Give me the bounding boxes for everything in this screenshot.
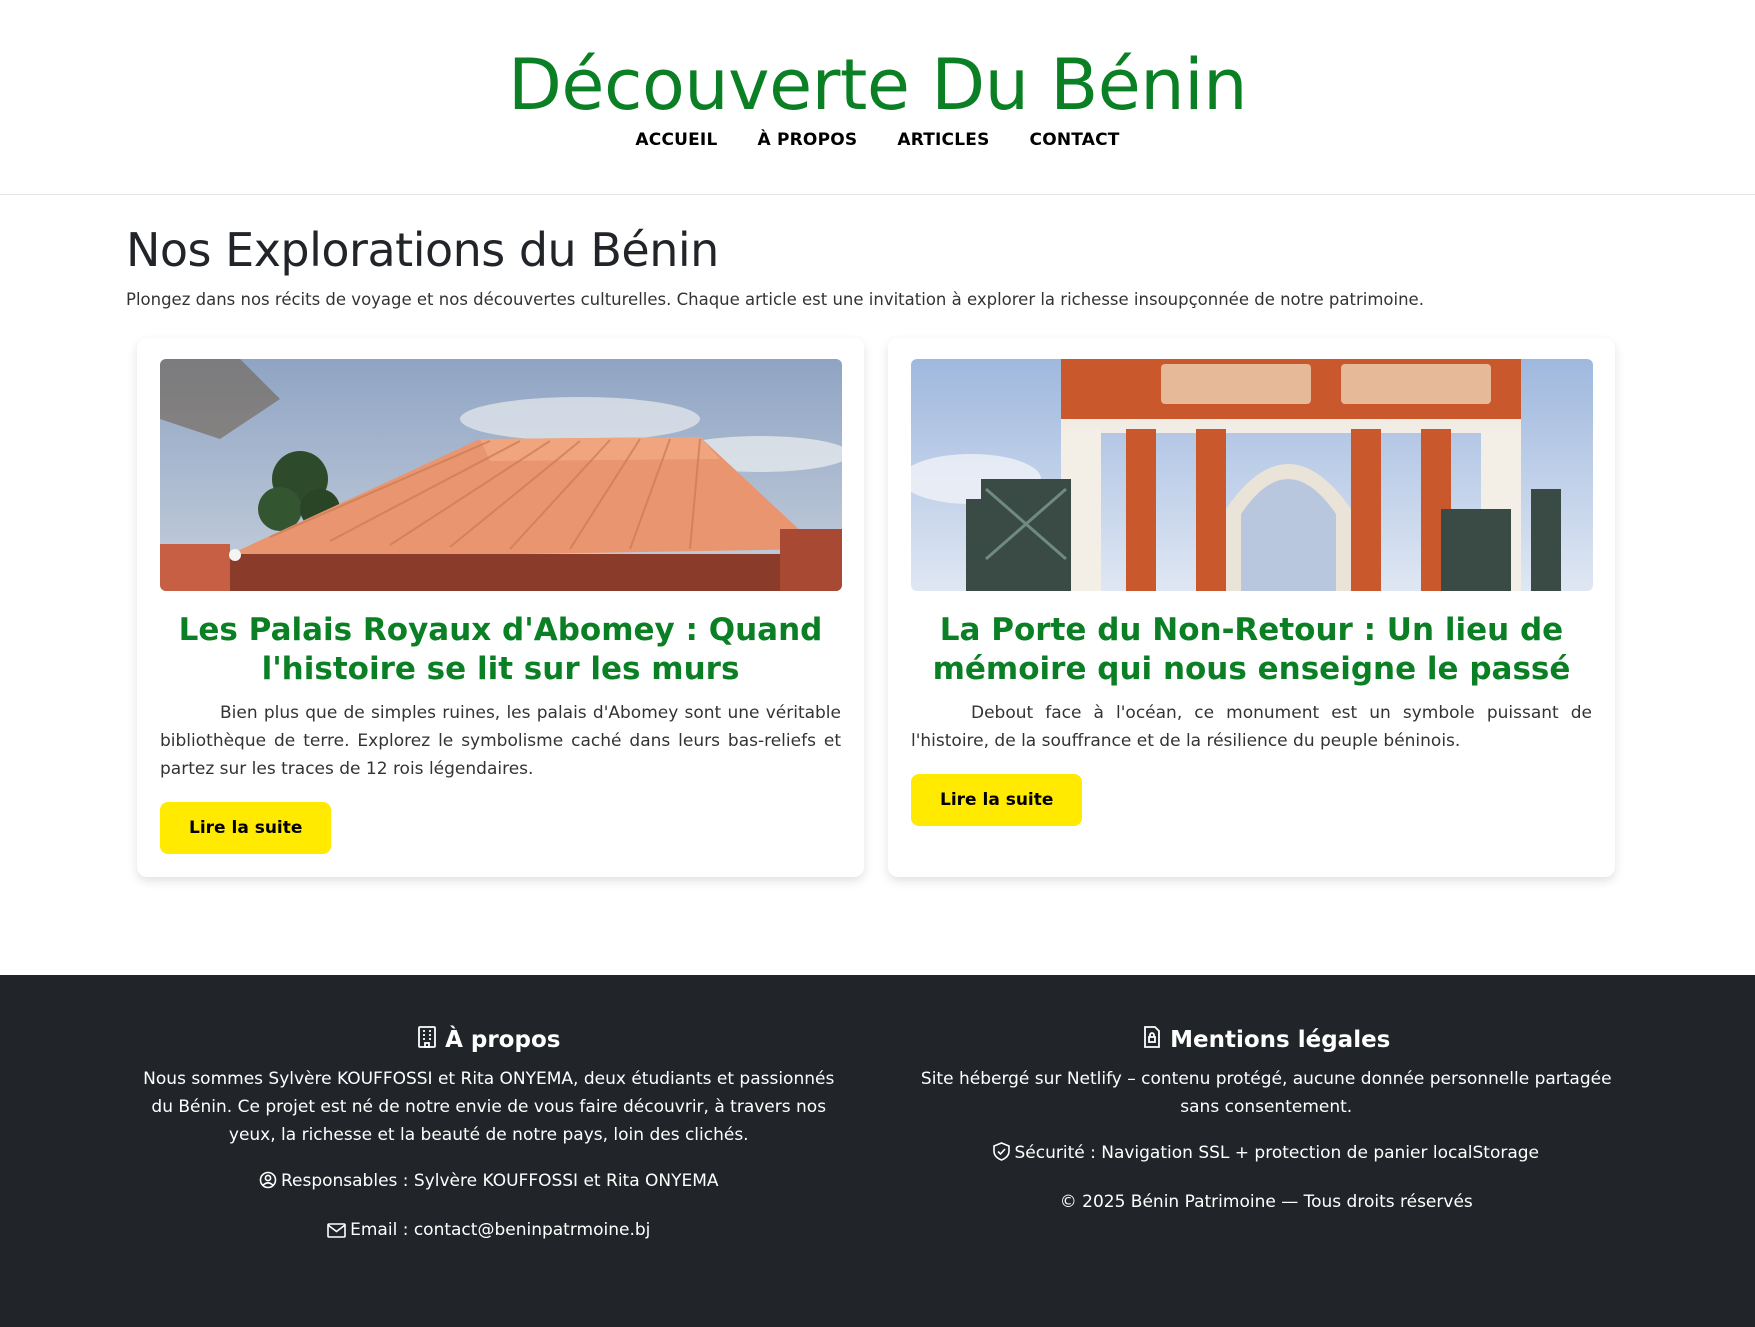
security-text: Sécurité : Navigation SSL + protection d… — [1014, 1143, 1540, 1163]
nav-a-propos[interactable]: À PROPOS — [758, 130, 858, 150]
nav-accueil[interactable]: ACCUEIL — [635, 130, 717, 150]
page-title: Nos Explorations du Bénin — [126, 223, 719, 277]
nav-contact[interactable]: CONTACT — [1030, 130, 1120, 150]
footer-email: Email : contact@beninpatrmoine.bj — [130, 1216, 848, 1247]
article-excerpt: Bien plus que de simples ruines, les pal… — [160, 703, 841, 779]
article-excerpt: Debout face à l'océan, ce monument est u… — [911, 703, 1592, 751]
footer-legal-text: Site hébergé sur Netlify – contenu proté… — [920, 1069, 1612, 1117]
main-content: Nos Explorations du Bénin Plongez dans n… — [0, 195, 1755, 877]
site-title: Découverte Du Bénin — [508, 44, 1247, 126]
footer-about-text: Nous sommes Sylvère KOUFFOSSI et Rita ON… — [143, 1069, 835, 1145]
email-text[interactable]: Email : contact@beninpatrmoine.bj — [350, 1220, 650, 1240]
footer-copyright: © 2025 Bénin Patrimoine — Tous droits ré… — [1059, 1192, 1473, 1212]
footer-responsables: Responsables : Sylvère KOUFFOSSI et Rita… — [130, 1167, 848, 1198]
article-card-porte: La Porte du Non-Retour : Un lieu de mémo… — [888, 338, 1615, 877]
read-more-button[interactable]: Lire la suite — [160, 802, 332, 854]
abomey-palace-image — [160, 359, 842, 591]
page-intro: Plongez dans nos récits de voyage et nos… — [126, 290, 1424, 309]
footer-legal-title: Mentions légales — [1170, 1027, 1391, 1053]
porte-non-retour-image — [911, 359, 1593, 591]
footer-about-title: À propos — [445, 1027, 561, 1053]
main-nav: ACCUEIL À PROPOS ARTICLES CONTACT — [0, 130, 1755, 150]
building-icon — [417, 1025, 437, 1055]
site-footer: À propos Nous sommes Sylvère KOUFFOSSI e… — [0, 975, 1755, 1327]
envelope-icon — [327, 1219, 346, 1247]
site-header: Découverte Du Bénin ACCUEIL À PROPOS ART… — [0, 0, 1755, 195]
article-title[interactable]: Les Palais Royaux d'Abomey : Quand l'his… — [160, 611, 841, 689]
footer-legal: Mentions légales Site hébergé sur Netlif… — [908, 1025, 1626, 1327]
article-card-abomey: Les Palais Royaux d'Abomey : Quand l'his… — [137, 338, 864, 877]
footer-about-heading: À propos — [130, 1025, 848, 1055]
footer-security: Sécurité : Navigation SSL + protection d… — [908, 1139, 1626, 1170]
footer-about: À propos Nous sommes Sylvère KOUFFOSSI e… — [130, 1025, 848, 1327]
article-list: Les Palais Royaux d'Abomey : Quand l'his… — [126, 338, 1629, 877]
file-lock-icon — [1142, 1025, 1162, 1055]
article-title[interactable]: La Porte du Non-Retour : Un lieu de mémo… — [911, 611, 1592, 689]
footer-legal-heading: Mentions légales — [908, 1025, 1626, 1055]
read-more-button[interactable]: Lire la suite — [911, 774, 1083, 826]
user-circle-icon — [259, 1170, 277, 1198]
responsables-text: Responsables : Sylvère KOUFFOSSI et Rita… — [280, 1171, 719, 1191]
nav-articles[interactable]: ARTICLES — [897, 130, 989, 150]
shield-check-icon — [993, 1142, 1011, 1170]
